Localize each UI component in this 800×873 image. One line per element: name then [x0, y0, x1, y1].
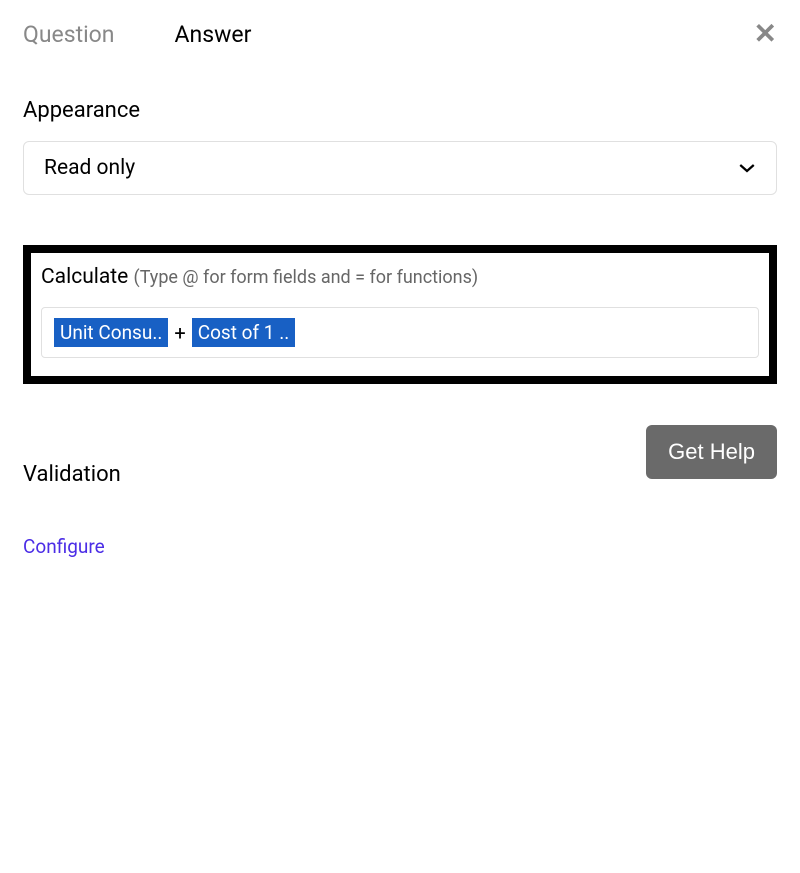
get-help-button[interactable]: Get Help	[646, 425, 777, 479]
calculate-label: Calculate (Type @ for form fields and = …	[41, 265, 759, 289]
configure-link[interactable]: Configure	[23, 535, 105, 558]
appearance-value: Read only	[44, 156, 135, 180]
appearance-label: Appearance	[23, 98, 777, 123]
field-chip-1[interactable]: Unit Consu..	[54, 318, 168, 347]
appearance-dropdown[interactable]: Read only	[23, 141, 777, 195]
tabs-row: Question Answer ✕	[23, 20, 777, 48]
calculate-section: Calculate (Type @ for form fields and = …	[23, 245, 777, 384]
chevron-down-icon	[738, 162, 756, 174]
tab-answer[interactable]: Answer	[175, 21, 252, 48]
calculate-hint: (Type @ for form fields and = for functi…	[134, 267, 479, 288]
operator-plus: +	[174, 321, 185, 345]
field-chip-2[interactable]: Cost of 1 ..	[192, 318, 296, 347]
tab-question[interactable]: Question	[23, 21, 115, 48]
close-icon[interactable]: ✕	[754, 20, 777, 48]
formula-input[interactable]: Unit Consu.. + Cost of 1 ..	[41, 307, 759, 358]
